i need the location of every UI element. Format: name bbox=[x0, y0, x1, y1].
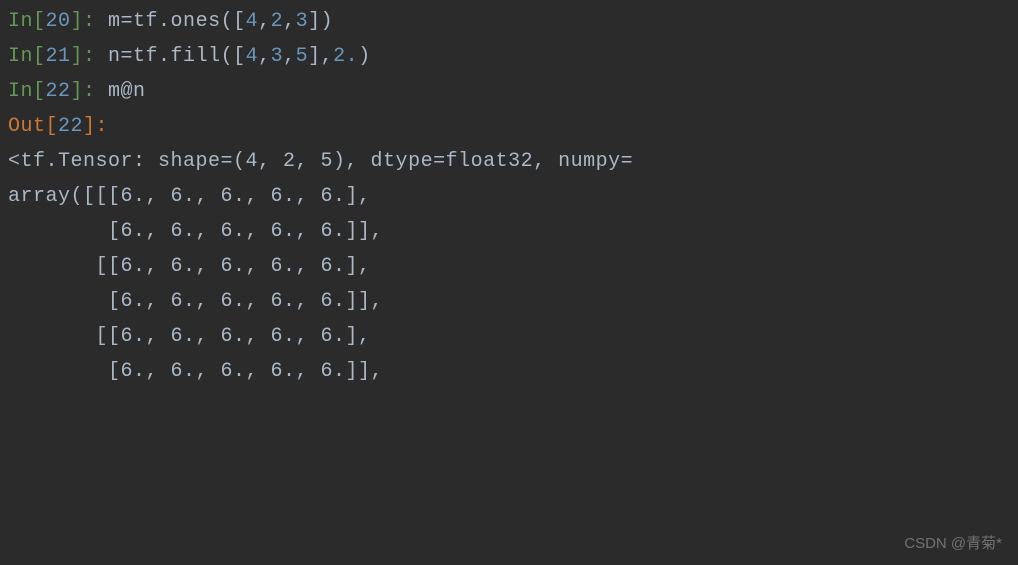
input-cell-21: In[21]: n=tf.fill([4,3,5],2.) bbox=[8, 39, 1010, 74]
input-cell-22: In[22]: m@n bbox=[8, 74, 1010, 109]
number-literal: 4 bbox=[246, 10, 259, 33]
number-literal: 4 bbox=[246, 45, 259, 68]
watermark-text: CSDN @青菊* bbox=[904, 531, 1002, 557]
output-line: [[6., 6., 6., 6., 6.], bbox=[8, 249, 1010, 284]
number-literal: 2. bbox=[333, 45, 358, 68]
code-fragment: ], bbox=[308, 45, 333, 68]
in-prompt-num: 20 bbox=[46, 10, 71, 33]
code-fragment: , bbox=[283, 10, 296, 33]
output-line: [[6., 6., 6., 6., 6.], bbox=[8, 319, 1010, 354]
code-fragment: m=tf.ones([ bbox=[96, 10, 246, 33]
in-prompt-suffix: ]: bbox=[71, 45, 96, 68]
in-prompt-prefix: In[ bbox=[8, 45, 46, 68]
number-literal: 3 bbox=[296, 10, 309, 33]
output-line: [6., 6., 6., 6., 6.]], bbox=[8, 354, 1010, 389]
output-line: [6., 6., 6., 6., 6.]], bbox=[8, 284, 1010, 319]
in-prompt-num: 22 bbox=[46, 80, 71, 103]
code-fragment: , bbox=[283, 45, 296, 68]
output-line: array([[[6., 6., 6., 6., 6.], bbox=[8, 179, 1010, 214]
in-prompt-prefix: In[ bbox=[8, 80, 46, 103]
in-prompt-num: 21 bbox=[46, 45, 71, 68]
out-prompt-num: 22 bbox=[58, 115, 83, 138]
code-fragment: , bbox=[258, 45, 271, 68]
number-literal: 2 bbox=[271, 10, 284, 33]
code-fragment: , bbox=[258, 10, 271, 33]
in-prompt-suffix: ]: bbox=[71, 10, 96, 33]
in-prompt-suffix: ]: bbox=[71, 80, 96, 103]
code-fragment: m@n bbox=[96, 80, 146, 103]
output-cell-22-prompt: Out[22]: bbox=[8, 109, 1010, 144]
number-literal: 3 bbox=[271, 45, 284, 68]
code-fragment: ]) bbox=[308, 10, 333, 33]
out-prompt-prefix: Out[ bbox=[8, 115, 58, 138]
output-line: [6., 6., 6., 6., 6.]], bbox=[8, 214, 1010, 249]
input-cell-20: In[20]: m=tf.ones([4,2,3]) bbox=[8, 4, 1010, 39]
code-fragment: ) bbox=[358, 45, 371, 68]
in-prompt-prefix: In[ bbox=[8, 10, 46, 33]
code-fragment: n=tf.fill([ bbox=[96, 45, 246, 68]
output-line: <tf.Tensor: shape=(4, 2, 5), dtype=float… bbox=[8, 144, 1010, 179]
out-prompt-suffix: ]: bbox=[83, 115, 108, 138]
number-literal: 5 bbox=[296, 45, 309, 68]
